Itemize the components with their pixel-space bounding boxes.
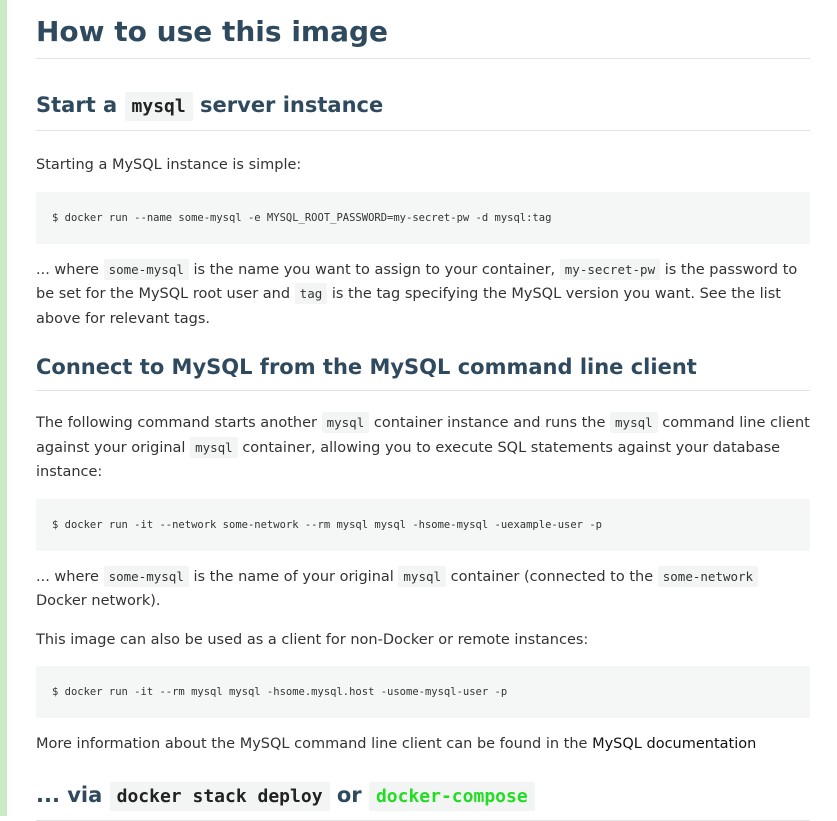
mysql-documentation-link[interactable]: MySQL documentation — [592, 736, 756, 752]
code-block-client[interactable]: $ docker run -it --network some-network … — [36, 498, 810, 551]
heading-code: mysql — [124, 92, 193, 121]
remote-client-paragraph: This image can also be used as a client … — [36, 631, 589, 648]
inline-code: some-mysql — [103, 258, 189, 280]
inline-code: mysql — [321, 412, 370, 433]
inline-code: mysql — [610, 412, 658, 433]
inline-code: some-mysql — [103, 565, 189, 587]
heading-text: server instance — [200, 93, 384, 117]
inline-code: tag — [294, 283, 328, 304]
inline-code: my-secret-pw — [559, 258, 661, 280]
where-paragraph: ... where some-mysql is the name you wan… — [36, 258, 810, 332]
inline-code: mysql — [398, 565, 447, 587]
connect-paragraph: The following command starts another mys… — [36, 411, 810, 485]
heading-via: ... via docker stack deploy or docker-co… — [36, 779, 810, 821]
code-block-run[interactable]: $ docker run --name some-mysql -e MYSQL_… — [36, 191, 810, 244]
page-title: How to use this image — [36, 0, 810, 59]
left-border-stripe — [0, 0, 7, 816]
inline-code: mysql — [190, 436, 238, 458]
code-block-remote[interactable]: $ docker run -it --rm mysql mysql -hsome… — [36, 666, 810, 718]
readme-content: How to use this image Start a mysql serv… — [36, 0, 810, 821]
heading-start-server: Start a mysql server instance — [36, 89, 810, 131]
where-network-paragraph: ... where some-mysql is the name of your… — [36, 565, 810, 614]
heading-text: Start a — [36, 93, 118, 117]
inline-code: some-network — [657, 565, 759, 587]
heading-code: docker stack deploy — [109, 781, 330, 811]
intro-paragraph: Starting a MySQL instance is simple: — [36, 157, 302, 173]
more-info-paragraph: More information about the MySQL command… — [36, 736, 757, 752]
heading-connect: Connect to MySQL from the MySQL command … — [36, 351, 810, 391]
heading-code-link[interactable]: docker-compose — [368, 781, 535, 811]
